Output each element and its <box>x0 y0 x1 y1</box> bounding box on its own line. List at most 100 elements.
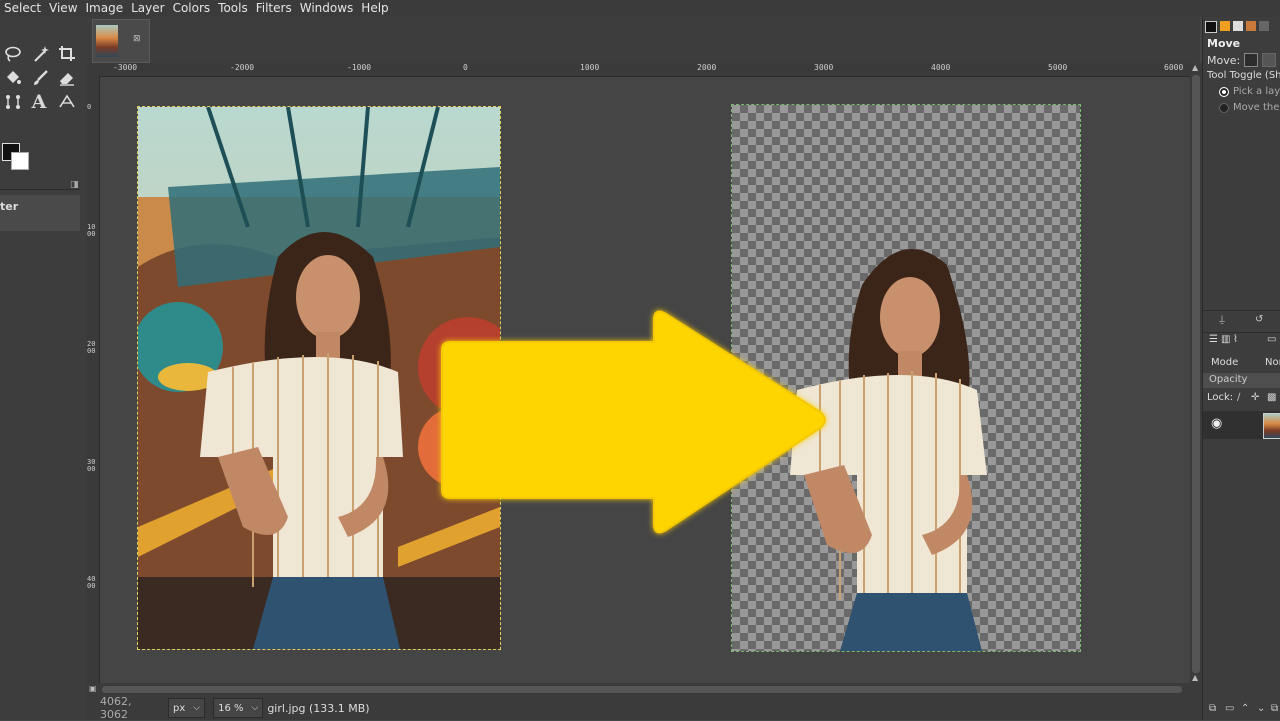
scroll-up-icon[interactable]: ▲ <box>1192 63 1198 72</box>
brushes-tab-icon[interactable] <box>1220 21 1230 31</box>
fonts-tab-icon[interactable] <box>1233 21 1243 31</box>
move-mode-row: Move: <box>1207 53 1280 67</box>
lock-alpha-icon[interactable]: ▩ <box>1267 392 1276 403</box>
document-history-tab-icon[interactable] <box>1259 21 1269 31</box>
menu-view[interactable]: View <box>45 0 81 17</box>
ruler-label: -2000 <box>230 63 255 72</box>
paintbrush-icon[interactable] <box>30 67 52 89</box>
lock-position-icon[interactable]: ✛ <box>1251 392 1259 403</box>
eraser-icon[interactable] <box>56 67 78 89</box>
menu-colors[interactable]: Colors <box>169 0 215 17</box>
zoom-select[interactable]: 16 % ⌵ <box>213 698 264 718</box>
ruler-label: 6000 <box>1164 63 1184 72</box>
status-bar: 4062, 3062 px ⌵ 16 % ⌵ girl.jpg (133.1 MB) <box>86 695 1202 721</box>
text-icon[interactable]: A <box>28 91 50 113</box>
layers-tab-icon[interactable]: ☰ <box>1209 334 1218 345</box>
new-group-icon[interactable]: ▭ <box>1225 703 1234 714</box>
file-info: girl.jpg (133.1 MB) <box>267 701 370 715</box>
mode-value: Nor <box>1265 357 1280 368</box>
ruler-label: 1000 <box>580 63 600 72</box>
ruler-label: -1000 <box>347 63 372 72</box>
channels-tab-icon[interactable]: ▥ <box>1221 334 1230 345</box>
fg-bg-color-swatch[interactable] <box>2 143 30 171</box>
lower-layer-icon[interactable]: ⌄ <box>1257 703 1265 714</box>
close-icon[interactable]: ⊠ <box>133 34 141 44</box>
move-layer-button[interactable] <box>1244 53 1259 67</box>
mode-label: Mode <box>1211 357 1239 368</box>
nav-preview-icon[interactable]: ▣ <box>89 684 97 693</box>
image-tab-strip: ⊠ <box>86 17 1200 63</box>
dock-tab-icons <box>1205 21 1269 33</box>
radio-pick-layer[interactable]: Pick a laye <box>1219 86 1280 97</box>
new-layer-icon[interactable]: ⧉ <box>1209 703 1216 714</box>
unit-value: px <box>173 702 186 714</box>
menu-select[interactable]: Select <box>0 0 45 17</box>
menu-help[interactable]: Help <box>357 0 392 17</box>
layer-row[interactable]: ◉ <box>1203 411 1280 439</box>
lock-pixels-icon[interactable]: ∕ <box>1237 392 1240 403</box>
close-icon[interactable]: ▭ <box>1267 334 1276 345</box>
zoom-value: 16 % <box>218 702 244 714</box>
toolbox: A ◨ ter <box>0 17 87 720</box>
horizontal-scrollbar[interactable]: ▣ <box>86 683 1202 696</box>
horizontal-ruler[interactable]: -3000 -2000 -1000 0 1000 2000 3000 4000 … <box>100 63 1190 77</box>
ruler-label: -3000 <box>113 63 138 72</box>
scrollbar-thumb[interactable] <box>1192 75 1200 673</box>
images-tab-icon[interactable] <box>1246 21 1256 31</box>
tool-options-footer: ⍊ ↺ <box>1203 310 1280 329</box>
unit-select[interactable]: px ⌵ <box>168 698 206 718</box>
menu-filters[interactable]: Filters <box>252 0 296 17</box>
lasso-icon[interactable] <box>2 43 24 65</box>
ruler-label: 0 <box>87 103 92 111</box>
background-color[interactable] <box>11 152 29 170</box>
tool-options-title: Move <box>1207 37 1241 50</box>
bucket-fill-icon[interactable] <box>2 67 24 89</box>
save-options-icon[interactable]: ⍊ <box>1219 314 1225 325</box>
ruler-label: 3000 <box>814 63 834 72</box>
crop-icon[interactable] <box>56 43 78 65</box>
radio-label: Move the a <box>1233 102 1280 113</box>
measure-icon[interactable] <box>56 91 78 113</box>
radio-label: Pick a laye <box>1233 86 1280 97</box>
pointer-coordinates: 4062, 3062 <box>100 695 132 721</box>
radio-move-active[interactable]: Move the a <box>1219 102 1280 113</box>
tool-options-tab-icon[interactable] <box>1205 21 1217 33</box>
image-canvas[interactable] <box>100 77 1190 683</box>
puppet-warp-icon[interactable] <box>2 91 24 113</box>
paths-tab-icon[interactable]: ⌇ <box>1233 334 1238 345</box>
chevron-down-icon: ⌵ <box>193 703 201 713</box>
ruler-label: 5000 <box>1048 63 1068 72</box>
ruler-corner[interactable] <box>86 63 100 76</box>
menu-layer[interactable]: Layer <box>127 0 168 17</box>
move-selection-button[interactable] <box>1262 53 1277 67</box>
divider <box>0 189 80 190</box>
menu-image[interactable]: Image <box>82 0 128 17</box>
layer-mode-row[interactable]: Mode Nor <box>1203 355 1280 373</box>
duplicate-layer-icon[interactable]: ⧉ <box>1271 703 1278 714</box>
opacity-slider[interactable]: Opacity <box>1203 373 1280 388</box>
eye-icon[interactable]: ◉ <box>1211 416 1222 431</box>
dock-tab[interactable]: ter <box>0 195 80 231</box>
ruler-label: 4000 <box>931 63 951 72</box>
menu-windows[interactable]: Windows <box>296 0 358 17</box>
move-label: Move: <box>1207 53 1241 67</box>
right-dock: Move Move: Tool Toggle (Shi Pick a laye … <box>1202 17 1280 720</box>
fuzzy-select-icon[interactable] <box>30 43 52 65</box>
image-tab[interactable]: ⊠ <box>92 19 150 63</box>
menu-tools[interactable]: Tools <box>214 0 252 17</box>
radio-dot <box>1219 102 1229 113</box>
ruler-label: 2000 <box>697 63 717 72</box>
vertical-ruler[interactable]: 0 1000 2000 3000 4000 <box>86 76 100 684</box>
lock-row: Lock: ∕ ✛ ▩ <box>1203 391 1280 407</box>
image-thumbnail <box>96 25 118 57</box>
raise-layer-icon[interactable]: ⌃ <box>1241 703 1249 714</box>
scroll-down-icon[interactable]: ▲ <box>1192 673 1198 682</box>
scrollbar-thumb[interactable] <box>102 686 1182 693</box>
radio-dot <box>1219 86 1229 97</box>
reset-icon[interactable]: ↺ <box>1255 314 1263 325</box>
vertical-scrollbar[interactable]: ▲ ▲ <box>1190 63 1202 683</box>
chevron-down-icon: ⌵ <box>251 703 259 713</box>
ruler-label: 2000 <box>87 340 96 355</box>
ruler-label: 4000 <box>87 575 96 590</box>
opacity-label: Opacity <box>1209 374 1248 385</box>
